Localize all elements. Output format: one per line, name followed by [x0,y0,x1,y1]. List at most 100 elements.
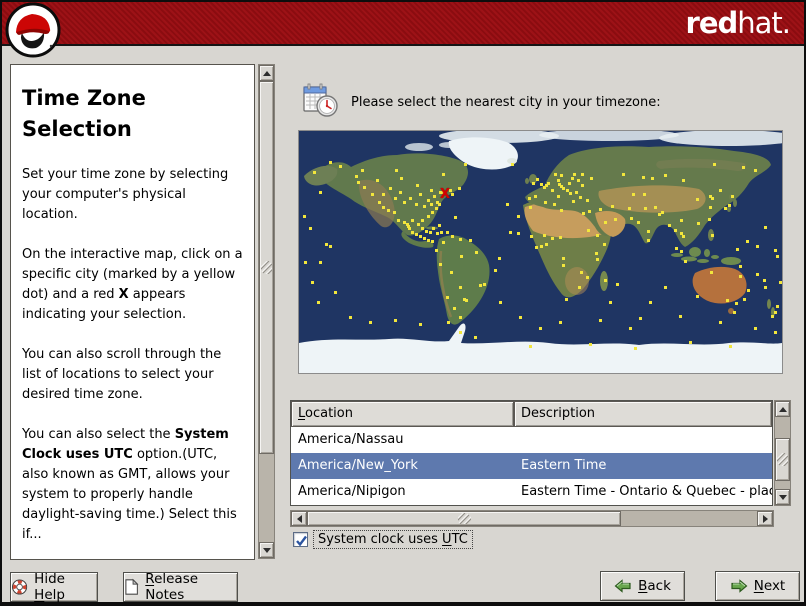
map-city-dot[interactable] [427,215,430,218]
map-city-dot[interactable] [739,275,742,278]
map-city-dot[interactable] [334,291,337,294]
map-city-dot[interactable] [719,321,722,324]
map-city-dot[interactable] [689,341,692,344]
map-city-dot[interactable] [661,211,664,214]
map-city-dot[interactable] [431,211,434,214]
map-city-dot[interactable] [371,193,374,196]
map-city-dot[interactable] [325,243,328,246]
map-city-dot[interactable] [421,227,424,230]
map-city-dot[interactable] [529,206,532,209]
map-city-dot[interactable] [319,261,322,264]
map-city-dot[interactable] [724,207,727,210]
utc-checkbox-label[interactable]: System clock uses UTC [313,530,473,549]
scroll-up-button[interactable] [775,401,790,417]
map-city-dot[interactable] [754,327,757,330]
map-city-dot[interactable] [419,235,422,238]
map-city-dot[interactable] [710,271,713,274]
map-city-dot[interactable] [596,258,599,261]
map-city-dot[interactable] [438,203,441,206]
map-city-dot[interactable] [560,185,563,188]
map-city-dot[interactable] [430,203,433,206]
map-city-dot[interactable] [454,216,457,219]
map-city-dot[interactable] [599,319,602,322]
map-city-dot[interactable] [442,241,445,244]
map-city-dot[interactable] [729,345,732,348]
map-city-dot[interactable] [517,215,520,218]
map-city-dot[interactable] [586,276,589,279]
scroll-up-button[interactable] [259,65,274,81]
map-city-dot[interactable] [735,302,738,305]
scroll-thumb[interactable] [259,81,274,454]
map-city-dot[interactable] [382,193,385,196]
map-city-dot[interactable] [643,193,646,196]
map-city-dot[interactable] [731,195,734,198]
map-city-dot[interactable] [568,182,571,185]
map-city-dot[interactable] [763,279,766,282]
map-city-dot[interactable] [578,286,581,289]
utc-checkbox[interactable] [293,532,308,547]
map-city-dot[interactable] [649,301,652,304]
map-city-dot[interactable] [565,298,568,301]
map-city-dot[interactable] [582,212,585,215]
map-city-dot[interactable] [569,192,572,195]
map-city-dot[interactable] [427,239,430,242]
map-city-dot[interactable] [611,205,614,208]
map-city-dot[interactable] [545,184,548,187]
scroll-down-button[interactable] [259,542,274,558]
cell-description[interactable]: Eastern Time [514,453,772,479]
map-city-dot[interactable] [642,176,645,179]
map-city-dot[interactable] [435,207,438,210]
map-city-dot[interactable] [776,255,779,258]
map-city-dot[interactable] [349,316,352,319]
map-city-dot[interactable] [311,281,314,284]
map-city-dot[interactable] [313,171,316,174]
map-city-dot[interactable] [453,307,456,310]
map-city-dot[interactable] [708,218,711,221]
map-city-dot[interactable] [779,281,782,284]
map-city-dot[interactable] [554,173,557,176]
map-city-dot[interactable] [675,247,678,250]
map-city-dot[interactable] [637,221,640,224]
map-city-dot[interactable] [451,235,454,238]
map-city-dot[interactable] [559,321,562,324]
map-city-dot[interactable] [776,305,779,308]
map-city-dot[interactable] [559,236,562,239]
map-city-dot[interactable] [389,187,392,190]
map-city-dot[interactable] [446,296,449,299]
map-city-dot[interactable] [774,249,777,252]
map-city-dot[interactable] [639,317,642,320]
map-city-dot[interactable] [680,219,683,222]
map-city-dot[interactable] [674,229,677,232]
map-city-dot[interactable] [764,226,767,229]
map-city-dot[interactable] [474,336,477,339]
map-city-dot[interactable] [603,243,606,246]
map-city-dot[interactable] [622,173,625,176]
map-city-dot[interactable] [609,301,612,304]
map-city-dot[interactable] [736,248,739,251]
map-city-dot[interactable] [754,169,757,172]
map-city-dot[interactable] [409,197,412,200]
map-city-dot[interactable] [363,186,366,189]
column-header-location[interactable]: Location [291,401,514,427]
map-city-dot[interactable] [438,224,441,227]
map-city-dot[interactable] [369,321,372,324]
map-city-dot[interactable] [588,210,591,213]
scroll-thumb[interactable] [775,438,790,481]
map-city-dot[interactable] [557,195,560,198]
map-city-dot[interactable] [581,173,584,176]
map-city-dot[interactable] [427,199,430,202]
map-city-dot[interactable] [403,201,406,204]
map-city-dot[interactable] [460,255,463,258]
map-city-dot[interactable] [562,264,565,267]
map-city-dot[interactable] [557,179,560,182]
map-city-dot[interactable] [361,169,364,172]
map-city-dot[interactable] [746,240,749,243]
map-city-dot[interactable] [589,343,592,346]
map-city-dot[interactable] [647,230,650,233]
map-city-dot[interactable] [429,231,432,234]
map-city-dot[interactable] [579,196,582,199]
map-city-dot[interactable] [397,219,400,222]
map-city-dot[interactable] [682,235,685,238]
map-city-dot[interactable] [498,257,501,260]
map-city-dot[interactable] [419,323,422,326]
